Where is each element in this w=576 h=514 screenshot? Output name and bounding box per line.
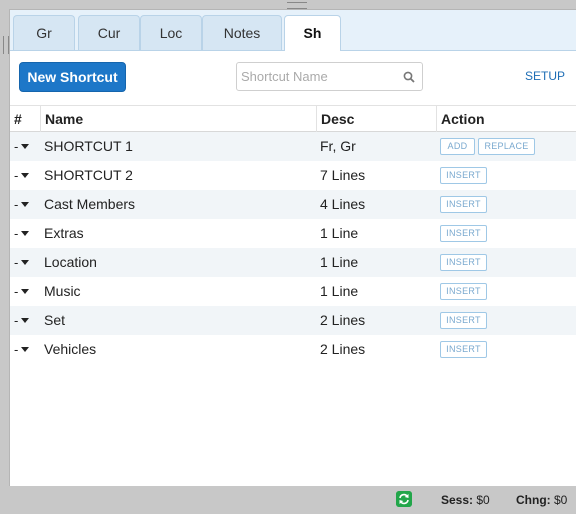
shortcut-desc: Fr, Gr bbox=[320, 138, 356, 154]
insert-button[interactable]: INSERT bbox=[440, 341, 487, 358]
shortcut-name[interactable]: SHORTCUT 1 bbox=[44, 132, 133, 161]
sess-label: Sess: bbox=[441, 493, 474, 507]
table-row[interactable]: - Cast Members 4 Lines INSERT bbox=[10, 190, 576, 219]
tab-sh[interactable]: Sh bbox=[284, 15, 341, 51]
tab-notes[interactable]: Notes bbox=[202, 15, 282, 50]
row-menu[interactable]: - bbox=[14, 190, 40, 219]
table-row[interactable]: - Extras 1 Line INSERT bbox=[10, 219, 576, 248]
caret-down-icon[interactable] bbox=[21, 144, 30, 149]
new-shortcut-button[interactable]: New Shortcut bbox=[19, 62, 126, 92]
column-header-index: # bbox=[14, 111, 22, 127]
sess-value: $0 bbox=[476, 493, 490, 507]
row-index: - bbox=[14, 197, 19, 212]
insert-button[interactable]: INSERT bbox=[440, 283, 487, 300]
insert-button[interactable]: INSERT bbox=[440, 225, 487, 242]
row-menu[interactable]: - bbox=[14, 132, 40, 161]
search-icon[interactable] bbox=[403, 71, 415, 83]
shortcut-name[interactable]: Set bbox=[44, 306, 65, 335]
row-index: - bbox=[14, 284, 19, 299]
status-bar: Sess: $0 Chng: $0 bbox=[0, 486, 576, 514]
shortcut-name[interactable]: Vehicles bbox=[44, 335, 96, 364]
row-index: - bbox=[14, 139, 19, 154]
shortcut-name[interactable]: SHORTCUT 2 bbox=[44, 161, 133, 190]
table-row[interactable]: - Location 1 Line INSERT bbox=[10, 248, 576, 277]
insert-button[interactable]: INSERT bbox=[440, 196, 487, 213]
setup-link[interactable]: SETUP bbox=[525, 69, 565, 83]
table-row[interactable]: - Music 1 Line INSERT bbox=[10, 277, 576, 306]
caret-down-icon[interactable] bbox=[21, 318, 30, 323]
sync-icon[interactable] bbox=[396, 491, 412, 507]
table-row[interactable]: - SHORTCUT 1 Fr, Gr ADD REPLACE bbox=[10, 132, 576, 161]
insert-button[interactable]: INSERT bbox=[440, 254, 487, 271]
column-header-desc[interactable]: Desc bbox=[316, 106, 436, 132]
tab-gr[interactable]: Gr bbox=[13, 15, 75, 50]
shortcut-desc: 4 Lines bbox=[320, 196, 366, 212]
insert-button[interactable]: INSERT bbox=[440, 167, 487, 184]
shortcut-desc: 1 Line bbox=[320, 254, 359, 270]
shortcut-name[interactable]: Location bbox=[44, 248, 97, 277]
caret-down-icon[interactable] bbox=[21, 173, 30, 178]
row-index: - bbox=[14, 226, 19, 241]
shortcut-name[interactable]: Cast Members bbox=[44, 190, 135, 219]
caret-down-icon[interactable] bbox=[21, 289, 30, 294]
row-menu[interactable]: - bbox=[14, 248, 40, 277]
column-header-name[interactable]: Name bbox=[40, 106, 316, 132]
shortcut-desc: 2 Lines bbox=[320, 312, 366, 328]
session-cost: Sess: $0 bbox=[441, 493, 490, 507]
tab-bar: Gr Cur Loc Notes Sh bbox=[10, 10, 576, 51]
row-index: - bbox=[14, 313, 19, 328]
row-menu[interactable]: - bbox=[14, 219, 40, 248]
shortcut-desc: 1 Line bbox=[320, 283, 359, 299]
table-row[interactable]: - Vehicles 2 Lines INSERT bbox=[10, 335, 576, 364]
shortcut-name[interactable]: Music bbox=[44, 277, 81, 306]
shortcut-desc: 7 Lines bbox=[320, 167, 366, 183]
replace-button[interactable]: REPLACE bbox=[478, 138, 535, 155]
shortcut-name[interactable]: Extras bbox=[44, 219, 84, 248]
row-menu[interactable]: - bbox=[14, 277, 40, 306]
grip-icon bbox=[287, 2, 307, 9]
row-menu[interactable]: - bbox=[14, 306, 40, 335]
shortcut-name-search-input[interactable] bbox=[241, 67, 391, 86]
table-header: # Name Desc Action bbox=[10, 105, 576, 132]
caret-down-icon[interactable] bbox=[21, 347, 30, 352]
chng-value: $0 bbox=[554, 493, 568, 507]
column-header-action: Action bbox=[436, 106, 576, 132]
caret-down-icon[interactable] bbox=[21, 202, 30, 207]
tab-loc[interactable]: Loc bbox=[140, 15, 202, 50]
tab-cur[interactable]: Cur bbox=[78, 15, 140, 50]
search-box bbox=[236, 62, 423, 91]
table-row[interactable]: - Set 2 Lines INSERT bbox=[10, 306, 576, 335]
row-menu[interactable]: - bbox=[14, 335, 40, 364]
caret-down-icon[interactable] bbox=[21, 260, 30, 265]
table-row[interactable]: - SHORTCUT 2 7 Lines INSERT bbox=[10, 161, 576, 190]
chng-label: Chng: bbox=[516, 493, 551, 507]
change-cost: Chng: $0 bbox=[516, 493, 567, 507]
shortcut-desc: 2 Lines bbox=[320, 341, 366, 357]
row-index: - bbox=[14, 255, 19, 270]
row-index: - bbox=[14, 342, 19, 357]
add-button[interactable]: ADD bbox=[440, 138, 475, 155]
row-index: - bbox=[14, 168, 19, 183]
shortcut-desc: 1 Line bbox=[320, 225, 359, 241]
insert-button[interactable]: INSERT bbox=[440, 312, 487, 329]
row-menu[interactable]: - bbox=[14, 161, 40, 190]
shortcuts-panel: Gr Cur Loc Notes Sh New Shortcut SETUP #… bbox=[9, 9, 576, 487]
caret-down-icon[interactable] bbox=[21, 231, 30, 236]
